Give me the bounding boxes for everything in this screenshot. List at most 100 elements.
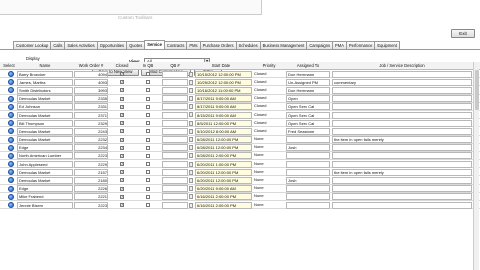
qb-number-cell[interactable] — [162, 70, 188, 78]
calendar-icon[interactable] — [189, 79, 193, 85]
work-order-cell[interactable]: 2223 — [74, 152, 108, 160]
column-header-closed[interactable]: Closed — [110, 63, 134, 68]
closed-checkbox[interactable]: ✓ — [120, 121, 124, 126]
column-header-priority[interactable]: Priority — [254, 63, 284, 68]
priority-cell[interactable]: None — [254, 152, 284, 159]
assigned-to-cell[interactable]: Don Herrmann — [286, 70, 330, 78]
assigned-to-cell[interactable]: Open — [286, 95, 330, 103]
calendar-icon[interactable] — [189, 177, 193, 183]
priority-cell[interactable]: None — [254, 177, 284, 184]
name-cell[interactable]: Bill Thompson — [17, 119, 73, 127]
start-date-cell[interactable]: 8/17/2011 9:00:00 AM — [195, 95, 252, 103]
in-qb-checkbox[interactable] — [146, 137, 150, 142]
priority-cell[interactable]: None — [254, 144, 284, 151]
tab-customer-lookup[interactable]: Customer Lookup — [13, 41, 52, 49]
in-qb-checkbox[interactable] — [146, 80, 150, 85]
column-header-select[interactable]: Select — [2, 63, 16, 68]
column-header-qb-number[interactable]: QB # — [162, 63, 188, 68]
select-row-icon[interactable] — [8, 128, 14, 135]
closed-checkbox[interactable]: ✓ — [120, 178, 124, 183]
calendar-icon[interactable] — [189, 71, 193, 77]
priority-cell[interactable]: None — [254, 185, 284, 192]
start-date-cell[interactable]: 6/16/2011 2:00:00 PM — [195, 193, 252, 201]
priority-cell[interactable]: None — [254, 193, 284, 200]
tab-pms[interactable]: PMs — [186, 41, 201, 49]
calendar-icon[interactable] — [189, 145, 193, 151]
qb-number-cell[interactable] — [162, 201, 188, 209]
start-date-cell[interactable]: 8/17/2011 9:00:00 AM — [195, 103, 252, 111]
in-qb-checkbox[interactable] — [146, 194, 150, 199]
closed-checkbox[interactable]: ✓ — [120, 186, 124, 191]
closed-checkbox[interactable]: ✓ — [120, 170, 124, 175]
work-order-cell[interactable]: 4093 — [74, 78, 108, 86]
work-order-cell[interactable]: 2229 — [74, 160, 108, 168]
start-date-cell[interactable]: 6/28/2011 12:00:00 PM — [195, 144, 252, 152]
closed-checkbox[interactable]: ✓ — [120, 88, 124, 93]
closed-checkbox[interactable]: ✓ — [120, 137, 124, 142]
priority-cell[interactable]: Closed — [254, 71, 284, 78]
column-header-work-order[interactable]: Work Order # — [74, 63, 108, 68]
column-header-in-qb[interactable]: In QB — [136, 63, 160, 68]
select-row-icon[interactable] — [8, 193, 14, 200]
start-date-cell[interactable]: 6/28/2011 2:00:00 PM — [195, 152, 252, 160]
description-cell[interactable]: the item in open fails merely — [332, 168, 472, 176]
select-row-icon[interactable] — [8, 103, 14, 110]
description-cell[interactable] — [332, 111, 472, 119]
start-date-cell[interactable]: 6/20/2011 12:00:00 PM — [195, 168, 252, 176]
tab-calls[interactable]: Calls — [50, 41, 66, 49]
calendar-icon[interactable] — [189, 194, 193, 200]
closed-checkbox[interactable]: ✓ — [120, 203, 124, 207]
name-cell[interactable]: Demoulas Market — [17, 95, 73, 103]
assigned-to-cell[interactable] — [286, 201, 330, 209]
start-date-cell[interactable]: 10/16/2012 11:00:00 PM — [195, 86, 252, 94]
select-row-icon[interactable] — [8, 71, 14, 77]
description-cell[interactable]: the item in open fails merely — [332, 136, 472, 144]
description-cell[interactable] — [332, 70, 472, 78]
priority-cell[interactable]: Closed — [254, 95, 284, 102]
assigned-to-cell[interactable]: Fred Seastone — [286, 127, 330, 135]
priority-cell[interactable]: Closed — [254, 128, 284, 135]
qb-number-cell[interactable] — [162, 160, 188, 168]
start-date-cell[interactable]: 10/15/2012 12:00:00 PM — [195, 70, 252, 78]
work-order-cell[interactable]: 2243 — [74, 127, 108, 135]
select-row-icon[interactable] — [8, 111, 14, 118]
tab-contracts[interactable]: Contracts — [163, 41, 188, 49]
select-row-icon[interactable] — [8, 169, 14, 176]
work-order-cell[interactable]: 2157 — [74, 168, 108, 176]
work-order-cell[interactable]: 2221 — [74, 193, 108, 201]
calendar-icon[interactable] — [189, 202, 193, 208]
work-order-cell[interactable]: 2226 — [74, 185, 108, 193]
qb-number-cell[interactable] — [162, 78, 188, 86]
assigned-to-cell[interactable] — [286, 193, 330, 201]
name-cell[interactable]: Smith Distributors — [17, 86, 73, 94]
scrollbar-thumb[interactable] — [475, 70, 479, 110]
tab-equipment[interactable]: Equipment — [374, 41, 400, 49]
description-cell[interactable]: commentary — [332, 78, 472, 86]
name-cell[interactable]: John Appleseed — [17, 160, 73, 168]
work-order-cell[interactable]: 2180 — [74, 177, 108, 185]
start-date-cell[interactable]: 5/10/2012 8:00:00 AM — [195, 127, 252, 135]
in-qb-checkbox[interactable] — [146, 203, 150, 207]
in-qb-checkbox[interactable] — [146, 96, 150, 101]
tab-service[interactable]: Service — [144, 40, 165, 49]
in-qb-checkbox[interactable] — [146, 178, 150, 183]
assigned-to-cell[interactable] — [286, 152, 330, 160]
calendar-icon[interactable] — [189, 128, 193, 134]
in-qb-checkbox[interactable] — [146, 162, 150, 167]
work-order-cell[interactable]: 2329 — [74, 119, 108, 127]
name-cell[interactable]: Edge — [17, 144, 73, 152]
qb-number-cell[interactable] — [162, 177, 188, 185]
qb-number-cell[interactable] — [162, 95, 188, 103]
qb-number-cell[interactable] — [162, 119, 188, 127]
start-date-cell[interactable]: 6/20/2011 9:00:00 AM — [195, 185, 252, 193]
tab-performance[interactable]: Performance — [345, 41, 376, 49]
tab-business-management[interactable]: Business Management — [259, 41, 308, 49]
description-cell[interactable] — [332, 152, 472, 160]
assigned-to-cell[interactable]: Open Serv Cal — [286, 119, 330, 127]
name-cell[interactable]: Ed Johnson — [17, 103, 73, 111]
calendar-icon[interactable] — [189, 120, 193, 126]
priority-cell[interactable]: None — [254, 169, 284, 176]
qb-number-cell[interactable] — [162, 127, 188, 135]
column-header-description[interactable]: Job / Service Description — [332, 63, 472, 68]
qb-number-cell[interactable] — [162, 111, 188, 119]
